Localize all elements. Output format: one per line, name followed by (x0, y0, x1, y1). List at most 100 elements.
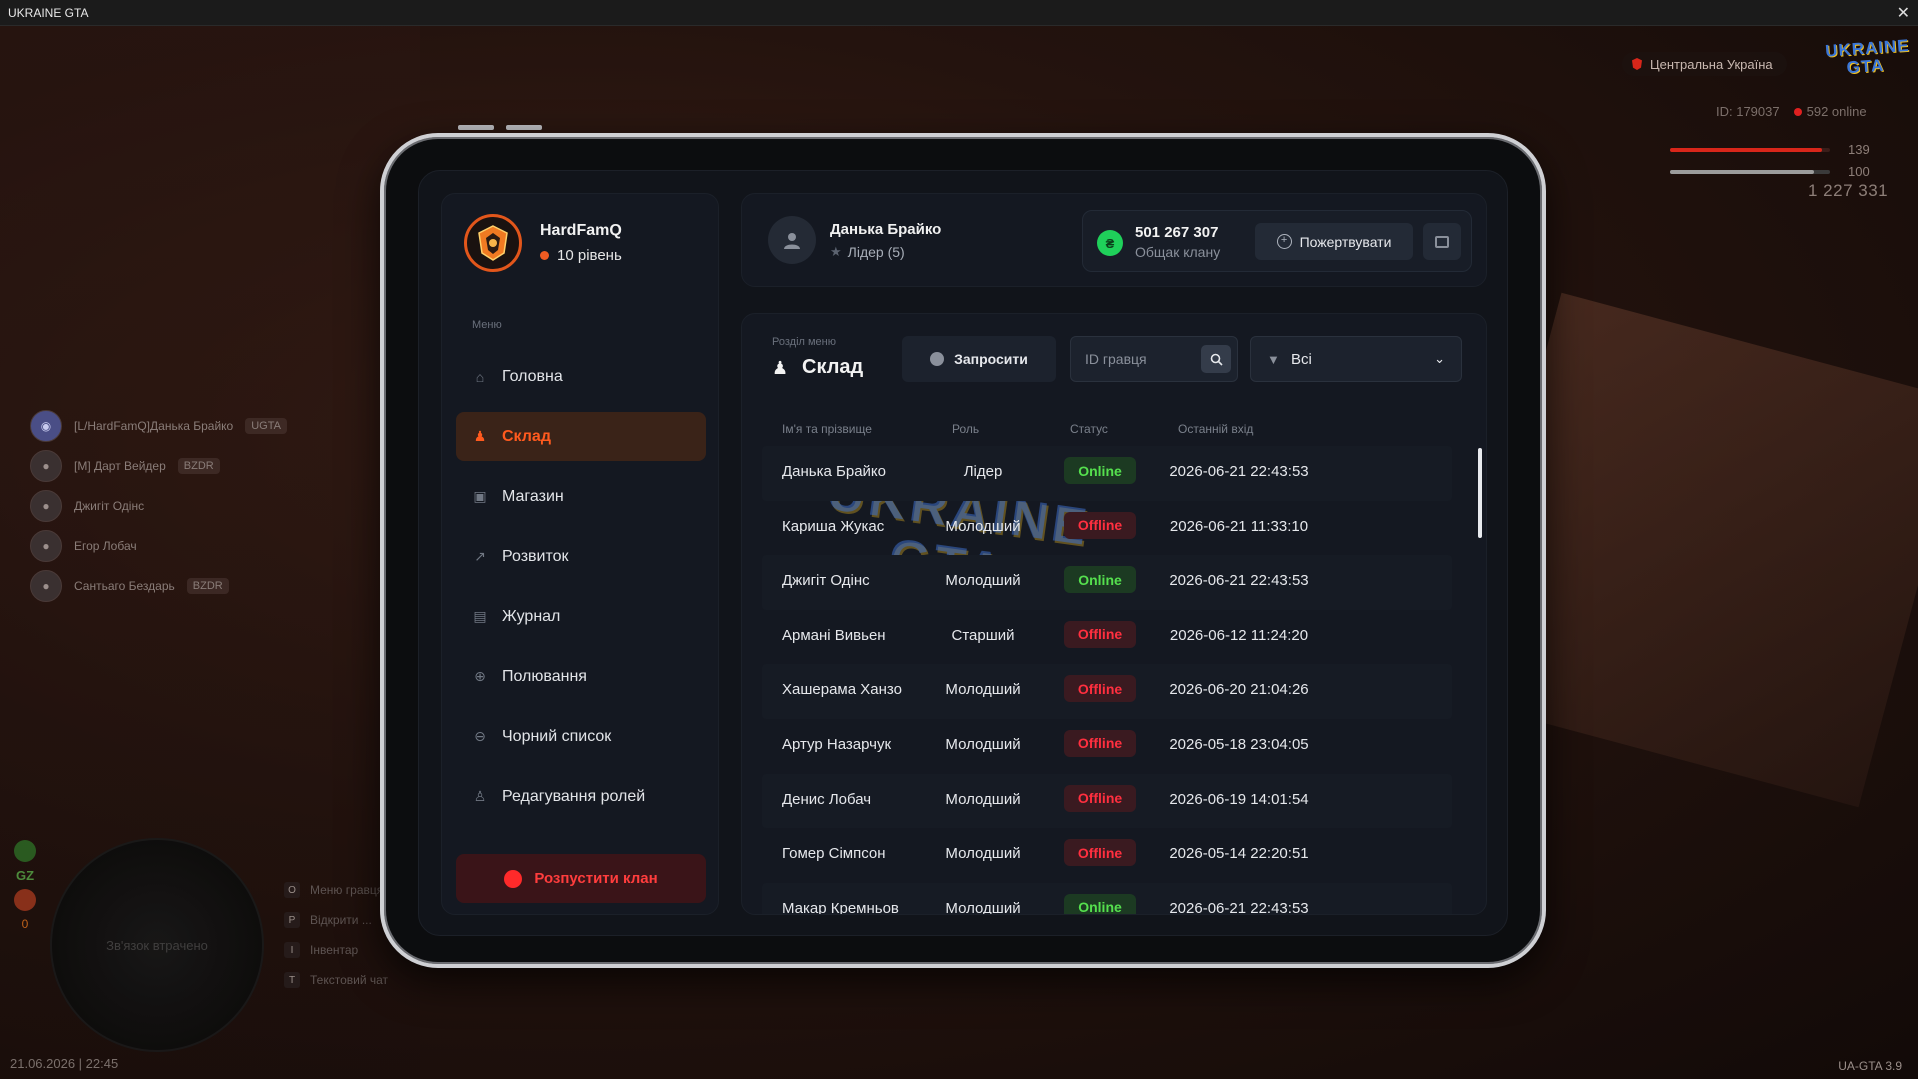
disband-icon (504, 869, 523, 888)
column-header-last-login: Останній вхід (1178, 422, 1254, 436)
member-name: Данька Брайко (782, 463, 886, 480)
tablet-screen: HardFamQ 10 рівень Меню ⌂ Головна ♟ Склад … (418, 170, 1508, 936)
menu-item-label: Розвиток (502, 547, 569, 565)
table-row[interactable]: Армані Вивьен Старший Offline 2026-06-12 11… (762, 610, 1452, 665)
status-green-icon (14, 840, 36, 862)
voice-user: ● [M] Дарт Вейдер BZDR (30, 450, 220, 482)
menu-item-home[interactable]: ⌂ Головна (456, 352, 706, 401)
search-icon (1210, 353, 1223, 366)
section-title: ♟ Склад (772, 356, 863, 379)
keybind-row: T Текстовий чат (284, 972, 388, 988)
menu-item-development[interactable]: ↗ Розвиток (456, 532, 706, 581)
key-cap: P (284, 912, 300, 928)
box-icon (1435, 235, 1449, 248)
gang-zone-label: GZ (15, 868, 35, 883)
voice-user-name: Сантьаго Бездарь (74, 579, 175, 593)
tablet-button (506, 125, 542, 130)
region-badge: Центральна Україна (1622, 52, 1787, 76)
member-name: Армані Вивьен (782, 626, 886, 644)
member-role: Молодший (945, 790, 1021, 808)
player-id-input[interactable] (1071, 337, 1199, 381)
scrollbar-thumb[interactable] (1478, 448, 1482, 538)
table-row[interactable]: Данька Брайко Лідер Online 2026-06-21 22:43… (762, 446, 1452, 501)
status-badge: Offline (1064, 839, 1136, 867)
section-caption: Розділ меню (772, 336, 836, 348)
table-row[interactable]: Артур Назарчук Молодший Offline 2026-05-18 … (762, 719, 1452, 774)
keybind-hints: O Меню гравця P Відкрити ... I Інвентар T Те… (284, 882, 388, 988)
menu-item-label: Чорний список (502, 727, 612, 745)
menu-item-shop[interactable]: ▣ Магазин (456, 472, 706, 521)
voice-user: ● Егор Лобач (30, 530, 137, 562)
discord-icon: ◉ (30, 410, 62, 442)
menu-item-journal[interactable]: ▤ Журнал (456, 592, 706, 641)
region-name: Центральна Україна (1650, 56, 1773, 72)
leader-info: Данька Брайко ★ Лідер (5) (768, 216, 941, 264)
table-row[interactable]: Гомер Сімпсон Молодший Offline 2026-05-14 2… (762, 828, 1452, 883)
member-role: Молодший (945, 681, 1021, 699)
clan-tablet: HardFamQ 10 рівень Меню ⌂ Головна ♟ Склад … (380, 133, 1546, 968)
disband-clan-button[interactable]: Розпустити клан (456, 854, 706, 903)
close-icon[interactable]: ✕ (1897, 3, 1910, 23)
menu-caption: Меню (472, 319, 502, 331)
member-last-login: 2026-06-20 21:04:26 (1169, 681, 1309, 699)
player-search (1070, 336, 1238, 382)
keybind-row: P Відкрити ... (284, 912, 388, 928)
member-last-login: 2026-06-21 22:43:53 (1169, 463, 1309, 480)
table-row[interactable]: Джигіт Одінс Молодший Online 2026-06-21 22:… (762, 555, 1452, 610)
status-icons: GZ 0 (14, 840, 36, 931)
clan-name: HardFamQ (540, 222, 622, 239)
keybind-row: I Інвентар (284, 942, 388, 958)
search-button[interactable] (1201, 345, 1231, 373)
menu-item-blacklist[interactable]: ⊖ Чорний список (456, 712, 706, 761)
coin-icon: ₴ (1097, 230, 1123, 256)
clan-menu: ⌂ Головна ♟ Склад ▣ Магазин ↗ Розвиток ▤ Журн… (456, 352, 706, 832)
donate-button[interactable]: + Пожертвувати (1255, 223, 1413, 260)
member-role: Молодший (945, 845, 1021, 863)
key-cap: O (284, 882, 300, 898)
status-badge: Offline (1064, 511, 1136, 539)
status-orange-icon (14, 889, 36, 911)
menu-item-label: Редагування ролей (502, 787, 646, 805)
member-name: Гомер Сімпсон (782, 845, 886, 863)
menu-item-hunting[interactable]: ⊕ Полювання (456, 652, 706, 701)
voice-user-tag: BZDR (186, 578, 229, 594)
chart-icon: ↗ (474, 548, 486, 564)
invite-button[interactable]: Запросити (902, 336, 1056, 382)
members-icon: ♟ (772, 357, 789, 378)
storage-button[interactable] (1423, 223, 1461, 260)
minimap: Зв'язок втрачено (50, 838, 264, 1052)
health-bar-fill (1670, 148, 1822, 152)
menu-item-label: Полювання (502, 667, 587, 685)
member-name: Кариша Жукас (782, 517, 885, 535)
block-icon: ⊖ (474, 728, 486, 744)
voice-user-name: [M] Дарт Вейдер (74, 459, 166, 473)
column-header-status: Статус (1070, 422, 1108, 436)
clan-header: Данька Брайко ★ Лідер (5) ₴ 501 267 307 О… (741, 193, 1487, 287)
clan-level: 10 рівень (540, 247, 622, 264)
status-badge: Offline (1064, 675, 1136, 703)
game-version: UA-GTA 3.9 (1838, 1059, 1902, 1073)
key-cap: I (284, 942, 300, 958)
armor-value: 100 (1848, 164, 1870, 179)
table-row[interactable]: Хашерама Ханзо Молодший Offline 2026-06-20 … (762, 664, 1452, 719)
table-row[interactable]: Денис Лобач Молодший Offline 2026-06-19 14:… (762, 773, 1452, 829)
member-role: Старший (951, 626, 1015, 644)
menu-item-roles[interactable]: ♙ Редагування ролей (456, 772, 706, 821)
clan-profile: HardFamQ 10 рівень (464, 214, 622, 272)
table-header: Ім'я та прізвище Роль Статус Останній вх… (762, 414, 1452, 444)
member-last-login: 2026-06-19 14:01:54 (1169, 790, 1309, 808)
keybind-label: Меню гравця (310, 883, 384, 897)
menu-item-members[interactable]: ♟ Склад (456, 412, 706, 461)
avatar-icon: ● (30, 530, 62, 562)
keybind-label: Відкрити ... (310, 913, 372, 927)
menu-item-label: Журнал (502, 607, 561, 625)
keybind-label: Текстовий чат (310, 973, 389, 987)
leader-role: ★ Лідер (5) (830, 244, 941, 260)
status-filter-select[interactable]: ▼ Всі ⌄ (1250, 336, 1462, 382)
voice-user-tag: UGTA (245, 418, 287, 434)
table-row[interactable]: Кариша Жукас Молодший Offline 2026-06-21 11… (762, 501, 1452, 556)
money-value: 1 227 331 (1808, 181, 1889, 200)
clan-emblem-icon (464, 214, 522, 272)
table-row[interactable]: Макар Кремньов Молодший Online 2026-06-21 2… (762, 882, 1452, 914)
leader-role-text: Лідер (5) (847, 243, 905, 260)
